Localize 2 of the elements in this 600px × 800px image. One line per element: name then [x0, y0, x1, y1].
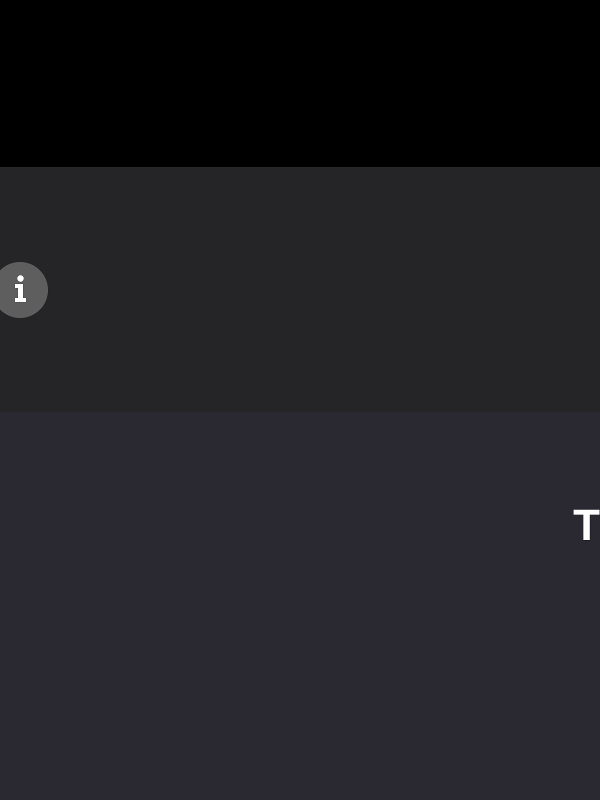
info-icon[interactable] [0, 262, 48, 318]
heading-text: T [573, 504, 600, 548]
